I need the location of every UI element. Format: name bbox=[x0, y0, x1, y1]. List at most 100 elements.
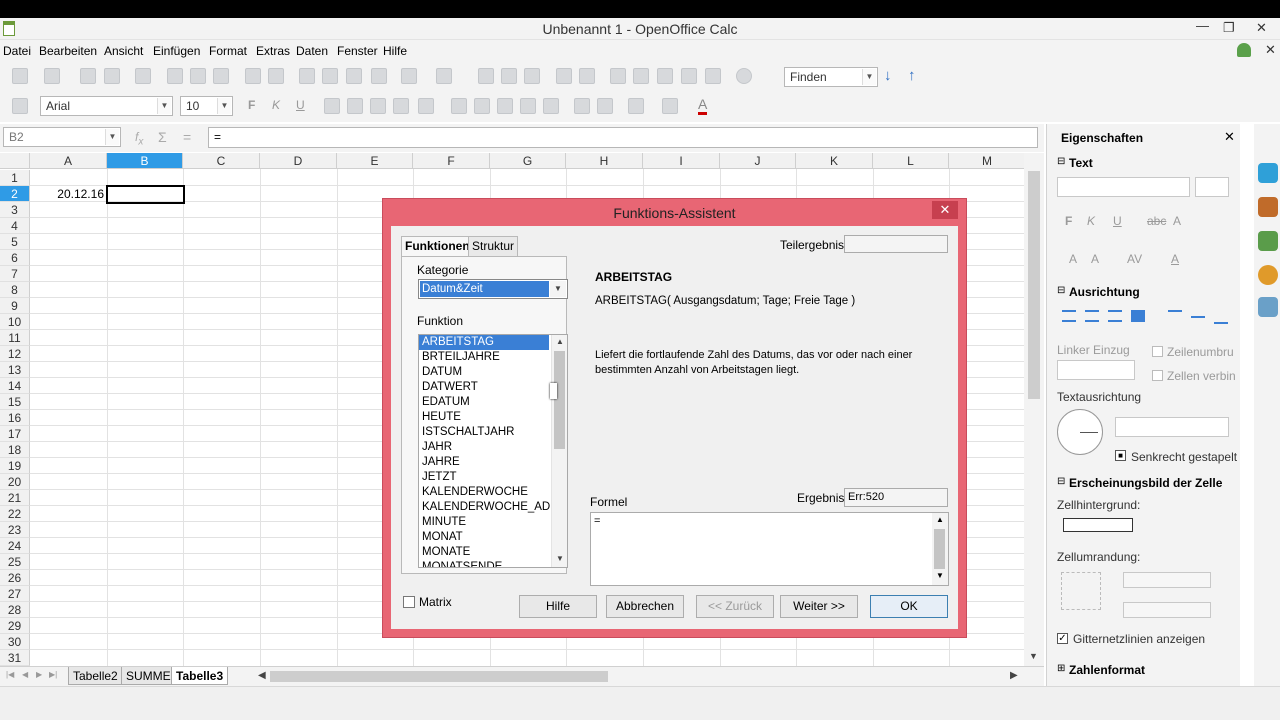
column-header-f[interactable]: F bbox=[413, 153, 490, 169]
list-item[interactable]: HEUTE bbox=[419, 410, 567, 425]
bold-icon[interactable]: F bbox=[248, 98, 255, 112]
scroll-thumb[interactable] bbox=[554, 351, 565, 449]
list-item[interactable]: MONAT bbox=[419, 530, 567, 545]
row-header[interactable]: 13 bbox=[0, 362, 30, 378]
hyperlink-icon[interactable] bbox=[478, 68, 494, 84]
find-replace-icon[interactable] bbox=[610, 68, 626, 84]
extension-icon[interactable] bbox=[1237, 43, 1251, 57]
increase-indent-icon[interactable] bbox=[597, 98, 613, 114]
column-header-e[interactable]: E bbox=[337, 153, 413, 169]
row-header[interactable]: 17 bbox=[0, 426, 30, 442]
sort-ascending-icon[interactable] bbox=[501, 68, 517, 84]
font-size-box[interactable]: 10 ▼ bbox=[180, 96, 233, 116]
column-header-b[interactable]: B bbox=[107, 153, 183, 169]
list-item[interactable]: DATUM bbox=[419, 365, 567, 380]
row-header[interactable]: 29 bbox=[0, 618, 30, 634]
formula-input[interactable]: = bbox=[208, 127, 1038, 148]
list-item[interactable]: MINUTE bbox=[419, 515, 567, 530]
sheet-tab[interactable]: SUMME bbox=[121, 667, 176, 685]
zoom-icon[interactable] bbox=[705, 68, 721, 84]
row-header[interactable]: 26 bbox=[0, 570, 30, 586]
hscroll-right-icon[interactable]: ▶ bbox=[1010, 670, 1018, 681]
last-sheet-icon[interactable]: ▶| bbox=[49, 670, 57, 679]
strikethrough-icon[interactable]: abc bbox=[1147, 214, 1166, 228]
new-icon[interactable] bbox=[12, 68, 28, 84]
sheet-tab-active[interactable]: Tabelle3 bbox=[171, 667, 229, 685]
styles-deck-icon[interactable] bbox=[1258, 197, 1278, 217]
list-item[interactable]: JAHR bbox=[419, 440, 567, 455]
list-item[interactable]: ISTSCHALTJAHR bbox=[419, 425, 567, 440]
ok-button[interactable]: OK bbox=[870, 595, 948, 618]
tab-structure[interactable]: Struktur bbox=[468, 236, 519, 256]
function-list[interactable]: ARBEITSTAG BRTEILJAHRE DATUM DATWERT EDA… bbox=[418, 334, 568, 568]
find-previous-icon[interactable]: ↑ bbox=[908, 67, 916, 84]
chart-icon[interactable] bbox=[556, 68, 572, 84]
cell-border-grid[interactable] bbox=[1061, 572, 1101, 610]
sort-descending-icon[interactable] bbox=[524, 68, 540, 84]
row-header[interactable]: 1 bbox=[0, 170, 30, 186]
list-item[interactable]: EDATUM bbox=[419, 395, 567, 410]
next-sheet-icon[interactable]: ▶ bbox=[36, 670, 42, 679]
section-number-format[interactable]: Zahlenformat bbox=[1069, 663, 1145, 677]
row-header[interactable]: 22 bbox=[0, 506, 30, 522]
percent-icon[interactable] bbox=[474, 98, 490, 114]
align-top-icon[interactable] bbox=[1168, 310, 1182, 312]
section-text[interactable]: Text bbox=[1069, 156, 1093, 170]
row-header[interactable]: 20 bbox=[0, 474, 30, 490]
menu-hilfe[interactable]: Hilfe bbox=[383, 44, 407, 58]
row-header[interactable]: 28 bbox=[0, 602, 30, 618]
formula-scrollbar[interactable]: ▲ ▼ bbox=[932, 513, 948, 585]
prev-sheet-icon[interactable]: ◀ bbox=[22, 670, 28, 679]
align-center-icon[interactable] bbox=[347, 98, 363, 114]
menu-extras[interactable]: Extras bbox=[256, 44, 290, 58]
first-sheet-icon[interactable]: |◀ bbox=[6, 670, 14, 679]
draw-functions-icon[interactable] bbox=[579, 68, 595, 84]
checkbox-wrap[interactable] bbox=[1152, 346, 1163, 357]
section-cell-appearance[interactable]: Erscheinungsbild der Zelle bbox=[1069, 476, 1222, 490]
chevron-down-icon[interactable]: ▼ bbox=[862, 69, 876, 85]
menu-fenster[interactable]: Fenster bbox=[337, 44, 378, 58]
column-header-k[interactable]: K bbox=[796, 153, 873, 169]
function-wizard-icon[interactable]: fx bbox=[135, 130, 143, 147]
rotation-angle-box[interactable] bbox=[1115, 417, 1229, 437]
row-header[interactable]: 8 bbox=[0, 282, 30, 298]
list-item[interactable]: JETZT bbox=[419, 470, 567, 485]
row-header[interactable]: 21 bbox=[0, 490, 30, 506]
section-alignment[interactable]: Ausrichtung bbox=[1069, 285, 1140, 299]
minimize-icon[interactable]: — bbox=[1196, 18, 1209, 33]
cell-cursor-b2[interactable] bbox=[106, 185, 185, 204]
collapse-icon[interactable]: ⊟ bbox=[1057, 476, 1065, 487]
menu-bearbeiten[interactable]: Bearbeiten bbox=[39, 44, 97, 58]
cell-background-picker[interactable] bbox=[1063, 518, 1133, 532]
hscroll-left-icon[interactable]: ◀ bbox=[258, 670, 266, 681]
cut-icon[interactable] bbox=[299, 68, 315, 84]
autospell-icon[interactable] bbox=[268, 68, 284, 84]
row-header[interactable]: 18 bbox=[0, 442, 30, 458]
align-left-icon[interactable] bbox=[324, 98, 340, 114]
list-item[interactable]: MONATE bbox=[419, 545, 567, 560]
row-header[interactable]: 5 bbox=[0, 234, 30, 250]
font-name-box[interactable]: Arial ▼ bbox=[40, 96, 173, 116]
open-icon[interactable] bbox=[44, 68, 60, 84]
styles-icon[interactable] bbox=[12, 98, 28, 114]
char-spacing-icon[interactable]: AV bbox=[1127, 252, 1142, 266]
row-header[interactable]: 30 bbox=[0, 634, 30, 650]
cancel-button[interactable]: Abbrechen bbox=[606, 595, 684, 618]
merge-cells-icon[interactable] bbox=[418, 98, 434, 114]
horizontal-scroll-thumb[interactable] bbox=[270, 671, 608, 682]
column-header-l[interactable]: L bbox=[873, 153, 949, 169]
delete-decimal-icon[interactable] bbox=[543, 98, 559, 114]
find-next-icon[interactable]: ↓ bbox=[884, 67, 892, 84]
align-right-icon[interactable] bbox=[1108, 310, 1122, 322]
accept-icon[interactable]: = bbox=[183, 129, 191, 145]
cell-a2[interactable]: 20.12.16 bbox=[30, 186, 106, 202]
underline-icon[interactable]: U bbox=[296, 98, 305, 112]
list-item[interactable]: KALENDERWOCHE_ADD bbox=[419, 500, 567, 515]
grow-font-icon[interactable]: A bbox=[1069, 252, 1077, 266]
list-item[interactable]: BRTEILJAHRE bbox=[419, 350, 567, 365]
row-header[interactable]: 11 bbox=[0, 330, 30, 346]
spellcheck-icon[interactable] bbox=[245, 68, 261, 84]
collapse-icon[interactable]: ⊟ bbox=[1057, 285, 1065, 296]
function-list-scrollbar[interactable]: ▲ ▼ bbox=[551, 335, 567, 567]
email-icon[interactable] bbox=[104, 68, 120, 84]
